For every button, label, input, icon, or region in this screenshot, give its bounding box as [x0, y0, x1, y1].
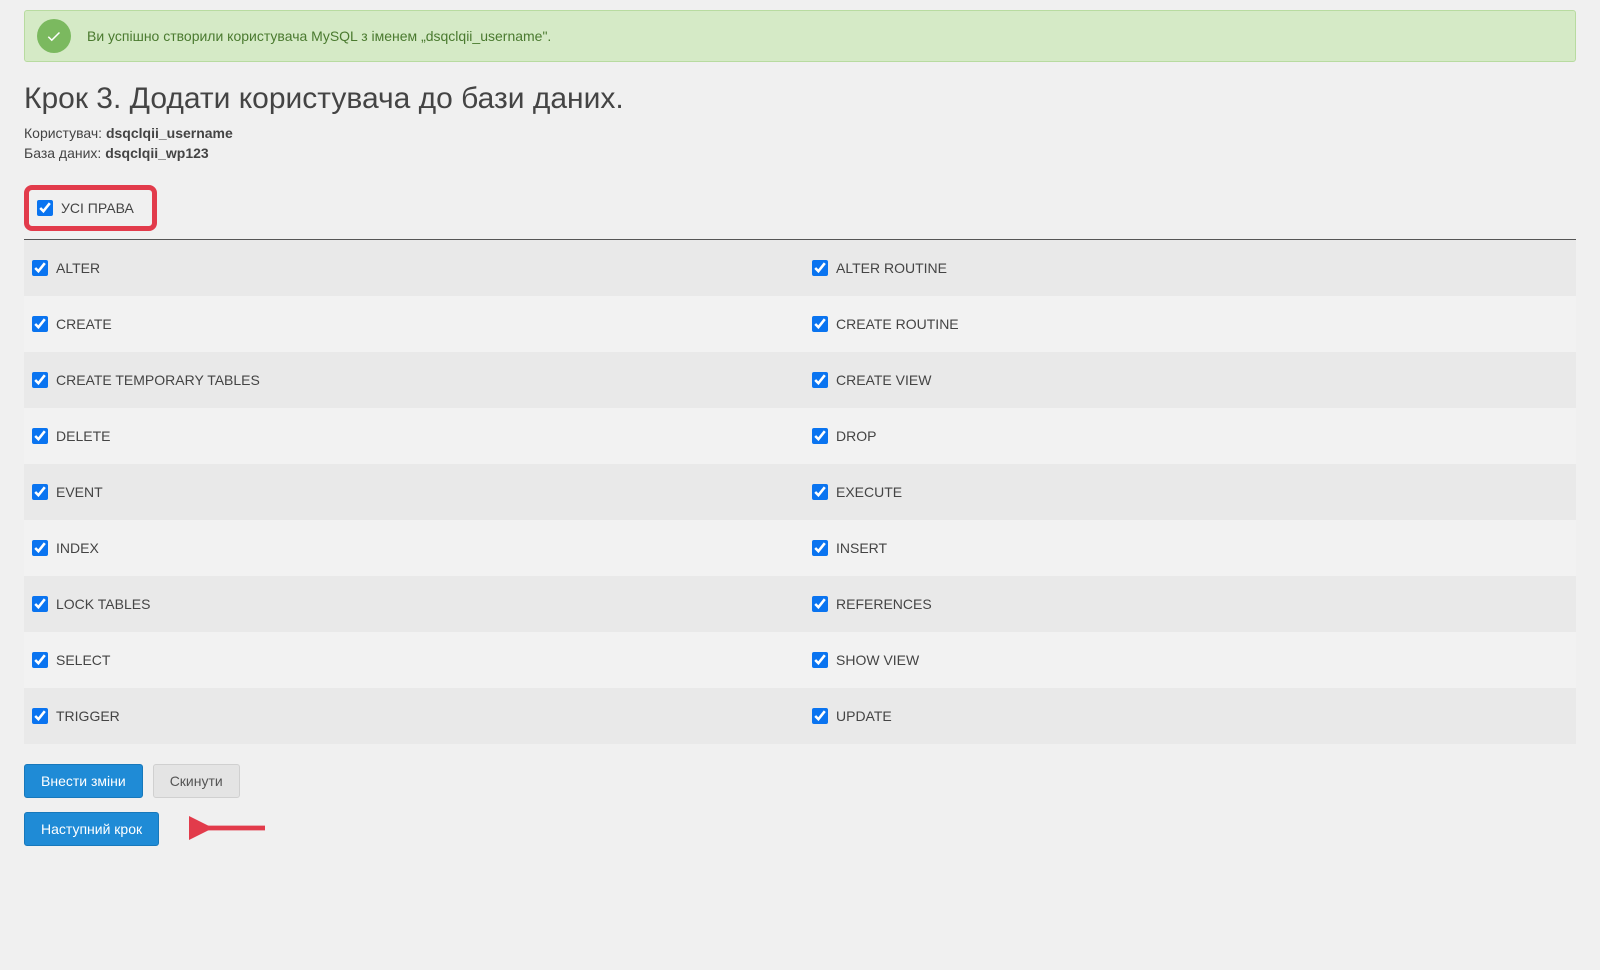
arrow-left-icon: [189, 813, 269, 846]
db-label: База даних:: [24, 145, 105, 161]
privilege-cell: DROP: [800, 408, 1576, 464]
privilege-label[interactable]: DELETE: [56, 428, 110, 444]
privilege-row: CREATE CREATE ROUTINE: [24, 296, 1576, 352]
privilege-checkbox[interactable]: [812, 316, 828, 332]
privilege-label[interactable]: SELECT: [56, 652, 110, 668]
privilege-cell: CREATE: [24, 296, 800, 352]
privilege-label[interactable]: CREATE VIEW: [836, 372, 931, 388]
privilege-checkbox[interactable]: [812, 708, 828, 724]
privilege-row: SELECT SHOW VIEW: [24, 632, 1576, 688]
privilege-checkbox[interactable]: [32, 428, 48, 444]
user-value: dsqclqii_username: [106, 125, 233, 141]
all-privileges-label[interactable]: УСІ ПРАВА: [61, 200, 134, 216]
privilege-cell: EVENT: [24, 464, 800, 520]
privilege-label[interactable]: TRIGGER: [56, 708, 120, 724]
privilege-label[interactable]: CREATE: [56, 316, 112, 332]
all-privileges-checkbox[interactable]: [37, 200, 53, 216]
privilege-label[interactable]: EVENT: [56, 484, 103, 500]
privilege-row: ALTER ALTER ROUTINE: [24, 240, 1576, 296]
privilege-label[interactable]: SHOW VIEW: [836, 652, 919, 668]
meta-db: База даних: dsqclqii_wp123: [24, 144, 1576, 164]
privilege-row: INDEX INSERT: [24, 520, 1576, 576]
privilege-checkbox[interactable]: [32, 708, 48, 724]
privileges-table: ALTERALTER ROUTINECREATECREATE ROUTINECR…: [24, 240, 1576, 744]
privilege-checkbox[interactable]: [32, 260, 48, 276]
next-step-button[interactable]: Наступний крок: [24, 812, 159, 846]
privilege-cell: EXECUTE: [800, 464, 1576, 520]
next-step-row: Наступний крок: [24, 812, 1576, 846]
privilege-checkbox[interactable]: [812, 428, 828, 444]
privilege-label[interactable]: CREATE ROUTINE: [836, 316, 959, 332]
privilege-label[interactable]: LOCK TABLES: [56, 596, 150, 612]
privilege-cell: ALTER: [24, 240, 800, 296]
privilege-checkbox[interactable]: [32, 484, 48, 500]
privilege-label[interactable]: INSERT: [836, 540, 887, 556]
all-privileges-highlight: УСІ ПРАВА: [24, 185, 157, 231]
privilege-cell: LOCK TABLES: [24, 576, 800, 632]
meta-user: Користувач: dsqclqii_username: [24, 124, 1576, 144]
privilege-checkbox[interactable]: [812, 372, 828, 388]
apply-button[interactable]: Внести зміни: [24, 764, 143, 798]
privilege-checkbox[interactable]: [32, 596, 48, 612]
privilege-cell: CREATE ROUTINE: [800, 296, 1576, 352]
privilege-label[interactable]: EXECUTE: [836, 484, 902, 500]
reset-button[interactable]: Скинути: [153, 764, 240, 798]
success-alert: Ви успішно створили користувача MySQL з …: [24, 10, 1576, 62]
privilege-checkbox[interactable]: [812, 652, 828, 668]
privilege-row: CREATE TEMPORARY TABLES CREATE VIEW: [24, 352, 1576, 408]
privilege-checkbox[interactable]: [812, 260, 828, 276]
privilege-row: LOCK TABLES REFERENCES: [24, 576, 1576, 632]
check-circle-icon: [37, 19, 71, 53]
privilege-checkbox[interactable]: [32, 652, 48, 668]
privilege-row: DELETE DROP: [24, 408, 1576, 464]
privilege-cell: REFERENCES: [800, 576, 1576, 632]
privilege-cell: DELETE: [24, 408, 800, 464]
privilege-cell: ALTER ROUTINE: [800, 240, 1576, 296]
privilege-label[interactable]: ALTER ROUTINE: [836, 260, 947, 276]
db-value: dsqclqii_wp123: [105, 145, 208, 161]
action-buttons: Внести зміни Скинути: [24, 764, 1576, 798]
privilege-label[interactable]: CREATE TEMPORARY TABLES: [56, 372, 260, 388]
privilege-label[interactable]: REFERENCES: [836, 596, 932, 612]
privilege-label[interactable]: UPDATE: [836, 708, 892, 724]
privilege-cell: TRIGGER: [24, 688, 800, 744]
privilege-row: EVENT EXECUTE: [24, 464, 1576, 520]
privilege-checkbox[interactable]: [812, 596, 828, 612]
privilege-cell: INSERT: [800, 520, 1576, 576]
privilege-checkbox[interactable]: [812, 484, 828, 500]
privilege-checkbox[interactable]: [32, 372, 48, 388]
privilege-cell: CREATE TEMPORARY TABLES: [24, 352, 800, 408]
privilege-checkbox[interactable]: [812, 540, 828, 556]
privilege-cell: UPDATE: [800, 688, 1576, 744]
page-title: Крок 3. Додати користувача до бази даних…: [24, 82, 1576, 116]
privilege-cell: CREATE VIEW: [800, 352, 1576, 408]
privilege-cell: INDEX: [24, 520, 800, 576]
privilege-label[interactable]: INDEX: [56, 540, 99, 556]
privilege-cell: SHOW VIEW: [800, 632, 1576, 688]
privilege-label[interactable]: DROP: [836, 428, 876, 444]
alert-message: Ви успішно створили користувача MySQL з …: [87, 28, 551, 44]
user-label: Користувач:: [24, 125, 106, 141]
privilege-cell: SELECT: [24, 632, 800, 688]
privilege-row: TRIGGER UPDATE: [24, 688, 1576, 744]
privilege-checkbox[interactable]: [32, 540, 48, 556]
privilege-checkbox[interactable]: [32, 316, 48, 332]
privilege-label[interactable]: ALTER: [56, 260, 100, 276]
